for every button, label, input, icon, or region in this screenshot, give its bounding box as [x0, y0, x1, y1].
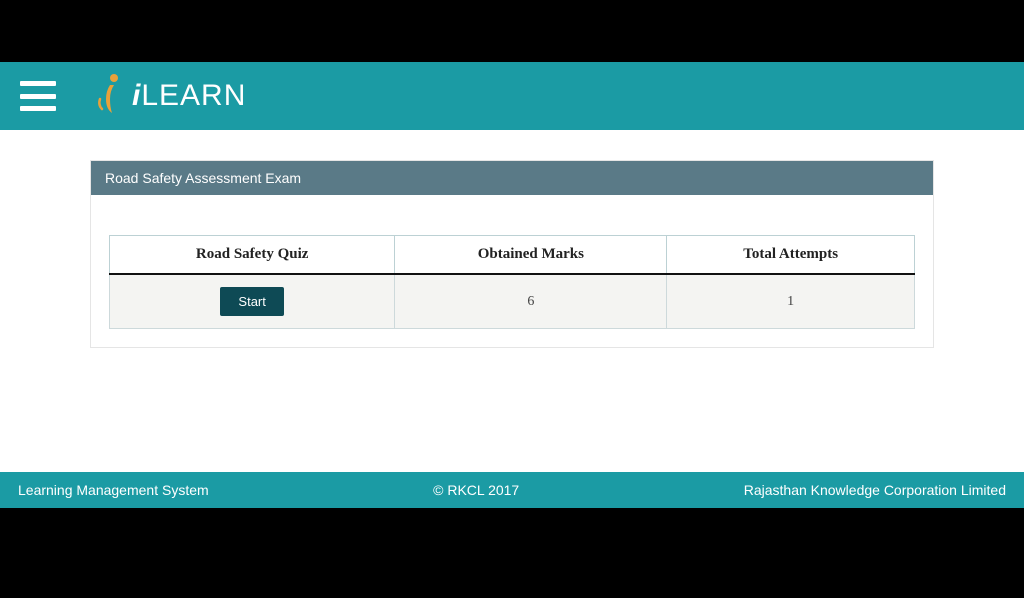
cell-action: Start: [110, 274, 395, 329]
col-header-attempts: Total Attempts: [667, 236, 915, 275]
table-row: Start 6 1: [110, 274, 915, 329]
footer-center: © RKCL 2017: [433, 482, 519, 498]
footer-left: Learning Management System: [18, 482, 209, 498]
col-header-marks: Obtained Marks: [395, 236, 667, 275]
ilearn-logo-icon: [96, 73, 126, 120]
main-header: iLEARN: [0, 62, 1024, 130]
start-button[interactable]: Start: [220, 287, 283, 316]
assessment-card: Road Safety Assessment Exam Road Safety …: [90, 160, 934, 348]
cell-obtained-marks: 6: [395, 274, 667, 329]
footer: Learning Management System © RKCL 2017 R…: [0, 472, 1024, 508]
card-title: Road Safety Assessment Exam: [91, 161, 933, 195]
quiz-table: Road Safety Quiz Obtained Marks Total At…: [109, 235, 915, 329]
cell-total-attempts: 1: [667, 274, 915, 329]
hamburger-menu-icon[interactable]: [20, 81, 56, 111]
logo[interactable]: iLEARN: [96, 73, 246, 120]
logo-text: iLEARN: [132, 79, 246, 113]
col-header-quiz: Road Safety Quiz: [110, 236, 395, 275]
card-body: Road Safety Quiz Obtained Marks Total At…: [91, 195, 933, 347]
content-area: Road Safety Assessment Exam Road Safety …: [0, 130, 1024, 472]
footer-right: Rajasthan Knowledge Corporation Limited: [744, 482, 1006, 498]
